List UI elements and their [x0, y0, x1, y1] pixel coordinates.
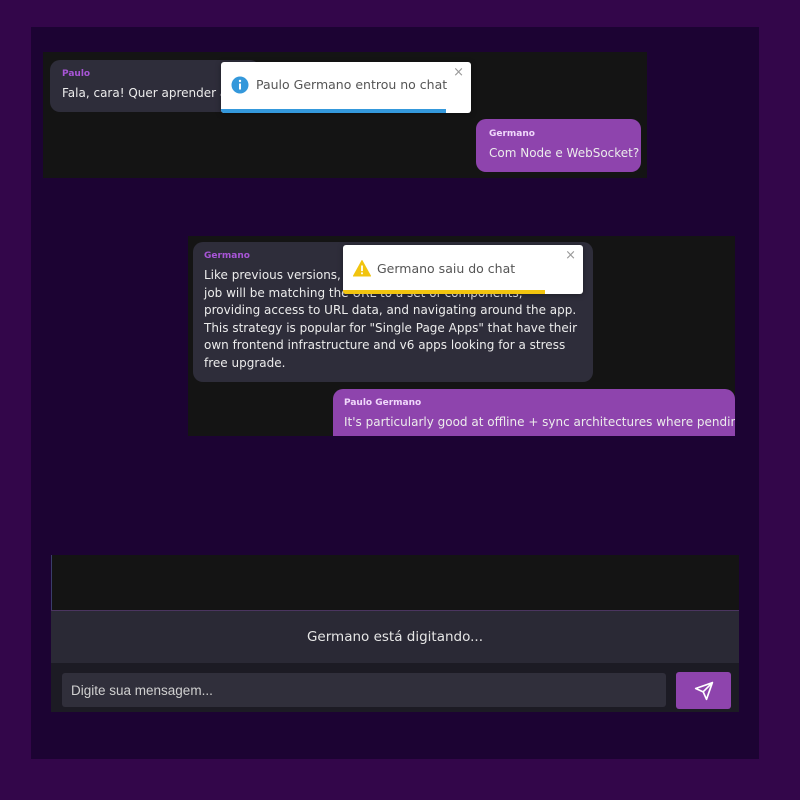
send-icon	[694, 681, 714, 701]
info-circle-icon	[231, 76, 249, 94]
message-bubble-outgoing: Germano Com Node e WebSocket?	[476, 119, 641, 172]
message-composer	[51, 663, 739, 712]
toast-message: Paulo Germano entrou no chat	[256, 77, 448, 92]
toast-info: Paulo Germano entrou no chat ×	[221, 62, 471, 113]
toast-message: Germano saiu do chat	[377, 261, 516, 276]
toast-warning: Germano saiu do chat ×	[343, 245, 583, 294]
message-author: Paulo Germano	[344, 398, 422, 408]
message-text: Com Node e WebSocket?	[489, 146, 640, 160]
send-button[interactable]	[676, 672, 731, 709]
message-bubble-outgoing: Paulo Germano It's particularly good at …	[333, 389, 735, 436]
close-icon[interactable]: ×	[565, 248, 576, 263]
message-text: It's particularly good at offline + sync…	[344, 415, 735, 429]
close-icon[interactable]: ×	[453, 65, 464, 80]
warning-triangle-icon	[352, 260, 372, 278]
message-author: Germano	[489, 129, 535, 139]
message-input[interactable]	[62, 673, 666, 707]
chat-composer-window: Germano está digitando...	[51, 555, 739, 712]
toast-progress-bar	[343, 290, 545, 294]
toast-progress-bar	[221, 109, 446, 113]
typing-indicator: Germano está digitando...	[51, 610, 739, 663]
